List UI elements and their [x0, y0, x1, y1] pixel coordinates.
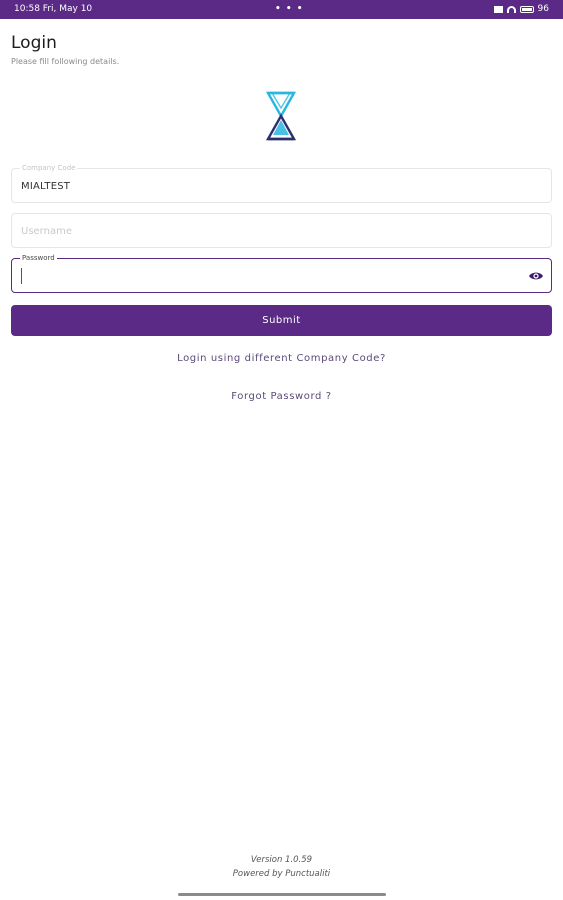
- battery-icon: [519, 6, 534, 13]
- powered-by-text: Powered by Punctualiti: [232, 869, 331, 879]
- page-subtitle: Please fill following details.: [11, 57, 120, 66]
- password-label: Password: [20, 253, 57, 263]
- company-code-value: MIALTEST: [21, 181, 71, 192]
- submit-button[interactable]: Submit: [11, 305, 552, 336]
- username-field[interactable]: Username: [11, 213, 552, 248]
- different-company-code-link[interactable]: Login using different Company Code?: [0, 353, 563, 364]
- forgot-password-link[interactable]: Forgot Password ?: [0, 391, 563, 402]
- version-text: Version 1.0.59: [250, 855, 313, 865]
- status-dots: • • •: [275, 4, 304, 14]
- battery-level: 96: [537, 4, 549, 14]
- status-bar: 10:58 Fri, May 10 • • • 96: [0, 0, 563, 19]
- username-placeholder: Username: [21, 226, 72, 237]
- eye-icon[interactable]: [528, 269, 544, 283]
- home-indicator[interactable]: [178, 893, 386, 896]
- password-field[interactable]: Password: [11, 253, 552, 293]
- text-cursor: [21, 268, 22, 284]
- signal-icon: [493, 6, 503, 13]
- page-title: Login: [11, 33, 57, 53]
- wifi-icon: [506, 6, 516, 13]
- status-time-date: 10:58 Fri, May 10: [14, 4, 93, 14]
- hourglass-logo-icon: [265, 91, 297, 141]
- company-code-field[interactable]: Company Code MIALTEST: [11, 163, 552, 203]
- status-icons: 96: [493, 0, 549, 19]
